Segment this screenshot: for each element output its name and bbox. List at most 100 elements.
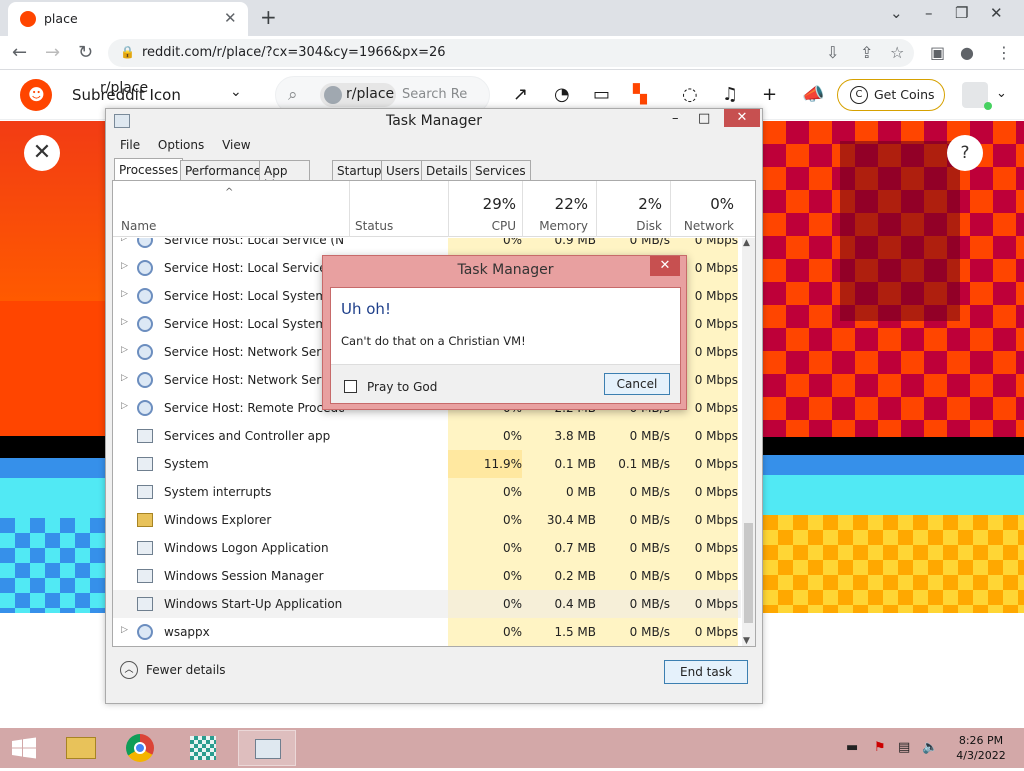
place-icon[interactable]: ▚	[633, 84, 647, 105]
pray-to-god-checkbox[interactable]	[344, 380, 357, 393]
expand-arrow-icon[interactable]: ▷	[121, 401, 128, 411]
process-row[interactable]: ▷Service Host: Local Service (No I...0%0…	[113, 238, 741, 254]
end-task-button[interactable]: End task	[664, 660, 748, 684]
process-list-scrollbar[interactable]: ▲ ▼	[742, 238, 755, 646]
browser-tab-strip: place ✕ + ⌄ – ❐ ✕	[0, 0, 1024, 36]
task-manager-titlebar[interactable]: Task Manager – □ ✕	[106, 109, 762, 135]
taskbar-chrome[interactable]	[112, 730, 170, 766]
col-divider	[349, 181, 350, 237]
create-post-plus-icon[interactable]: +	[762, 84, 777, 105]
menu-options[interactable]: Options	[158, 138, 204, 152]
menu-view[interactable]: View	[222, 138, 250, 152]
process-row[interactable]: Services and Controller app 0% 3.8 MB 0 MB/…	[113, 422, 741, 450]
col-disk[interactable]: Disk	[596, 219, 662, 233]
popular-icon[interactable]: ↗	[513, 84, 528, 105]
address-bar[interactable]: 🔒 reddit.com/r/place/?cx=304&cy=1966&px=…	[108, 39, 914, 67]
col-cpu[interactable]: CPU	[448, 219, 516, 233]
reload-icon[interactable]: ↻	[78, 42, 93, 63]
process-mem: 0.4 MB	[522, 590, 596, 618]
side-panel-icon[interactable]: ▣	[930, 43, 945, 62]
chat-icon[interactable]: ◌	[682, 84, 698, 105]
close-canvas-button[interactable]: ✕	[24, 135, 60, 171]
expand-arrow-icon[interactable]: ▷	[121, 625, 128, 635]
new-tab-button[interactable]: +	[260, 5, 277, 29]
help-button[interactable]: ?	[947, 135, 983, 171]
tab-startup[interactable]: Startup	[332, 160, 387, 180]
process-row[interactable]: Windows Explorer 0% 30.4 MB 0 MB/s 0 Mbps	[113, 506, 741, 534]
action-center-flag-icon[interactable]: ⚑	[874, 740, 886, 755]
cancel-button[interactable]: Cancel	[604, 373, 670, 395]
browser-tab[interactable]: place ✕	[8, 2, 248, 36]
share-icon[interactable]: ⇪	[860, 43, 873, 62]
menu-file[interactable]: File	[120, 138, 140, 152]
minimize-icon[interactable]: –	[925, 4, 933, 22]
pray-to-god-label[interactable]: Pray to God	[367, 380, 437, 394]
expand-arrow-icon[interactable]: ▷	[121, 261, 128, 271]
tab-search-chevron-icon[interactable]: ⌄	[890, 4, 903, 22]
process-row[interactable]: ▷ wsappx 0% 1.5 MB 0 MB/s 0 Mbps	[113, 618, 741, 646]
col-memory[interactable]: Memory	[522, 219, 588, 233]
scroll-down-icon[interactable]: ▼	[743, 636, 750, 646]
tab-processes[interactable]: Processes	[114, 158, 184, 180]
tab-close-icon[interactable]: ✕	[224, 9, 237, 27]
community-dropdown-chevron-icon[interactable]: ⌄	[230, 84, 242, 100]
user-menu-chevron-icon[interactable]: ⌄	[996, 86, 1007, 101]
desktop-icon[interactable]: ▬	[846, 740, 858, 755]
process-name: Service Host: Network Service	[164, 345, 344, 359]
bookmark-star-icon[interactable]: ☆	[890, 43, 904, 62]
process-row[interactable]: Windows Logon Application 0% 0.7 MB 0 MB/s 0…	[113, 534, 741, 562]
process-mem: 1.5 MB	[522, 618, 596, 646]
back-icon[interactable]: ←	[12, 42, 27, 63]
expand-arrow-icon[interactable]: ▷	[121, 238, 128, 243]
advertise-megaphone-icon[interactable]: 📣	[802, 84, 824, 105]
taskbar-app[interactable]	[174, 730, 232, 766]
expand-arrow-icon[interactable]: ▷	[121, 373, 128, 383]
taskbar-file-explorer[interactable]	[52, 730, 110, 766]
window-close-icon[interactable]: ✕	[990, 4, 1003, 22]
col-status[interactable]: Status	[355, 219, 393, 233]
volume-muted-icon[interactable]: 🔈	[922, 740, 938, 755]
tab-app-history[interactable]: App history	[259, 160, 311, 192]
tm-minimize-icon[interactable]: –	[672, 111, 679, 126]
search-community-chip[interactable]: r/place	[320, 83, 396, 107]
process-row[interactable]: Windows Session Manager 0% 0.2 MB 0 MB/s 0 M…	[113, 562, 741, 590]
subreddit-icon-broken-image[interactable]: Subreddit Icon r/place	[72, 80, 181, 104]
install-icon[interactable]: ⇩	[826, 43, 839, 62]
taskbar-clock[interactable]: 8:26 PM 4/3/2022	[946, 733, 1016, 763]
profile-icon[interactable]: ●	[960, 43, 974, 62]
tab-details[interactable]: Details	[421, 160, 473, 180]
expand-arrow-icon[interactable]: ▷	[121, 345, 128, 355]
process-cpu: 0%	[448, 422, 522, 450]
tm-close-icon[interactable]: ✕	[724, 109, 760, 127]
taskbar-task-manager[interactable]	[238, 730, 296, 766]
expand-arrow-icon[interactable]: ▷	[121, 317, 128, 327]
process-row[interactable]: System interrupts 0% 0 MB 0 MB/s 0 Mbps	[113, 478, 741, 506]
col-name[interactable]: Name	[121, 219, 156, 233]
online-status-dot	[984, 102, 992, 110]
get-coins-button[interactable]: C Get Coins	[837, 79, 945, 111]
reddit-logo-icon[interactable]: ☻	[20, 79, 52, 111]
forward-icon[interactable]: →	[45, 42, 60, 63]
menu-kebab-icon[interactable]: ⋮	[996, 43, 1012, 62]
scrollbar-thumb[interactable]	[744, 523, 753, 623]
process-row[interactable]: Windows Start-Up Application 0% 0.4 MB 0 MB…	[113, 590, 741, 618]
expand-arrow-icon[interactable]: ▷	[121, 289, 128, 299]
canvas-pixels	[763, 515, 1024, 613]
tab-users[interactable]: Users	[381, 160, 425, 180]
dialog-title: Task Manager	[457, 262, 554, 278]
process-mem: 30.4 MB	[522, 506, 596, 534]
notifications-bell-icon[interactable]: ♫	[722, 84, 738, 105]
video-icon[interactable]: ▭	[593, 84, 610, 105]
start-button[interactable]	[0, 728, 48, 768]
tm-maximize-icon[interactable]: □	[698, 111, 710, 126]
network-icon[interactable]: ▤	[898, 740, 910, 755]
user-avatar[interactable]	[962, 82, 992, 110]
tab-performance[interactable]: Performance	[180, 160, 267, 180]
col-network[interactable]: Network	[670, 219, 734, 233]
restore-icon[interactable]: ❐	[955, 4, 968, 22]
process-row[interactable]: System 11.9% 0.1 MB 0.1 MB/s 0 Mbps	[113, 450, 741, 478]
tab-services[interactable]: Services	[470, 160, 531, 180]
dialog-close-icon[interactable]: ✕	[650, 256, 680, 276]
stats-icon[interactable]: ◔	[554, 84, 570, 105]
scroll-up-icon[interactable]: ▲	[743, 238, 750, 248]
